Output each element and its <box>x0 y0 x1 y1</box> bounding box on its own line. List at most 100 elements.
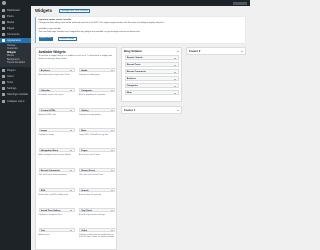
widget-description: Your site's most recent comments. <box>38 173 68 176</box>
widget-description: A list or dropdown of categories. <box>79 93 106 96</box>
sidebar-item-media[interactable]: Media <box>0 20 31 25</box>
expand-arrow-icon[interactable] <box>70 170 73 172</box>
widget-title: Categories <box>81 89 93 92</box>
expand-arrow-icon[interactable] <box>174 85 177 87</box>
sidebar-item-dashboard[interactable]: Dashboard <box>0 8 31 13</box>
widget-recent-comments[interactable]: Recent Comments <box>38 168 75 173</box>
wordpress-logo-icon[interactable] <box>2 1 6 5</box>
widget-description: Displays an image. <box>38 133 55 136</box>
submenu-theme-file-editor[interactable]: Theme File Editor <box>7 62 25 65</box>
expand-arrow-icon[interactable] <box>241 50 243 52</box>
dashboard-icon <box>2 9 5 12</box>
widget-text[interactable]: Text <box>38 228 75 233</box>
sidebar-widget-recent-posts[interactable]: Recent Posts <box>124 62 179 67</box>
expand-arrow-icon[interactable] <box>174 78 177 80</box>
widget-meta[interactable]: Meta <box>79 128 115 133</box>
widget-video[interactable]: Video <box>79 228 115 233</box>
widget-social-post-gallery[interactable]: Social Post Gallery <box>38 208 75 213</box>
expand-arrow-icon[interactable] <box>110 70 113 72</box>
widget-recent-posts[interactable]: Recent Posts <box>79 168 115 173</box>
expand-arrow-icon[interactable] <box>110 230 113 232</box>
expand-arrow-icon[interactable] <box>110 130 113 132</box>
widget-description: A cloud of your most used tags. <box>79 213 106 216</box>
widget-title: Navigation Menu <box>40 149 59 152</box>
sidebar-item-siteorigin-installer[interactable]: SiteOrigin Installer <box>0 92 31 97</box>
sidebar-item-settings[interactable]: Settings <box>0 86 31 91</box>
widget-title: Video <box>81 229 88 232</box>
expand-arrow-icon[interactable] <box>177 109 179 111</box>
widget-navigation-menu[interactable]: Navigation Menu <box>38 148 75 153</box>
widget-gallery[interactable]: Gallery <box>79 108 115 113</box>
widget-title: Recent Comments <box>40 169 60 172</box>
admin-bar <box>0 0 250 6</box>
widget-tag-cloud[interactable]: Tag Cloud <box>79 208 115 213</box>
expand-arrow-icon[interactable] <box>110 110 113 112</box>
sidebar-item-pages[interactable]: Pages <box>0 26 31 31</box>
widget-categories[interactable]: Categories <box>79 88 115 93</box>
available-widgets-panel: Available Widgets To activate a widget d… <box>35 47 117 250</box>
sidebar-widget-categories[interactable]: Categories <box>124 83 179 88</box>
widget-search[interactable]: Search <box>79 188 115 193</box>
appearance-submenu: Themes Customize Widgets Menus Backgroun… <box>0 43 31 67</box>
expand-arrow-icon[interactable] <box>70 150 73 152</box>
blog-sidebar-area[interactable]: Blog Sidebar Search: Search Recent Posts… <box>121 47 182 102</box>
submenu-background[interactable]: Background <box>7 59 19 62</box>
expand-arrow-icon[interactable] <box>70 110 73 112</box>
expand-arrow-icon[interactable] <box>174 57 177 59</box>
expand-arrow-icon[interactable] <box>110 150 113 152</box>
widget-title: Recent Posts <box>81 169 96 172</box>
widget-description: Arbitrary text. <box>38 233 50 236</box>
user-account-menu[interactable] <box>233 1 247 5</box>
sidebar-item-plugins[interactable]: Plugins <box>0 68 31 73</box>
footer-2-area[interactable]: Footer 2 <box>186 47 246 55</box>
expand-arrow-icon[interactable] <box>110 90 113 92</box>
submenu-widgets[interactable]: Widgets <box>7 52 16 55</box>
settings-icon <box>2 87 5 90</box>
expand-arrow-icon[interactable] <box>174 92 177 94</box>
submenu-themes[interactable]: Themes <box>7 45 15 48</box>
expand-arrow-icon[interactable] <box>174 71 177 73</box>
widget-description: A search form for your site. <box>79 193 102 196</box>
submenu-menus[interactable]: Menus <box>7 55 14 58</box>
sidebar-item-tools[interactable]: Tools <box>0 80 31 85</box>
widget-archives[interactable]: Archives <box>38 68 75 73</box>
widget-pages[interactable]: Pages <box>79 148 115 153</box>
pin-icon <box>2 15 5 18</box>
expand-arrow-icon[interactable] <box>70 210 73 212</box>
notice-text-1: Changes to data safety rules will be enf… <box>38 22 165 24</box>
widget-audio[interactable]: Audio <box>79 68 115 73</box>
expand-arrow-icon[interactable] <box>70 90 73 92</box>
sidebar-widget-search[interactable]: Search: Search <box>124 55 179 60</box>
update-now-button[interactable]: Update Now <box>38 37 53 41</box>
widget-title: Meta <box>81 129 87 132</box>
widget-custom-html[interactable]: Custom HTML <box>38 108 75 113</box>
expand-arrow-icon[interactable] <box>70 230 73 232</box>
footer-1-area[interactable]: Footer 1 <box>121 106 182 114</box>
expand-arrow-icon[interactable] <box>70 190 73 192</box>
widget-calendar[interactable]: Calendar <box>38 88 75 93</box>
manage-with-live-preview-button[interactable]: Manage with Live Preview <box>59 8 91 13</box>
submenu-customize[interactable]: Customize <box>7 48 18 51</box>
available-widgets-title: Available Widgets <box>38 50 66 54</box>
collapse-arrow-icon[interactable] <box>177 50 179 52</box>
widget-rss[interactable]: RSS <box>38 188 75 193</box>
expand-arrow-icon[interactable] <box>110 210 113 212</box>
widget-description: Login, RSS, & WordPress.org links. <box>79 133 109 136</box>
expand-arrow-icon[interactable] <box>70 130 73 132</box>
sidebar-item-users[interactable]: Users <box>0 74 31 79</box>
expand-arrow-icon[interactable] <box>174 64 177 66</box>
expand-arrow-icon[interactable] <box>110 170 113 172</box>
expand-arrow-icon[interactable] <box>70 70 73 72</box>
sidebar-collapse-menu[interactable]: Collapse menu <box>0 99 31 104</box>
sidebar-widget-recent-comments[interactable]: Recent Comments <box>124 69 179 74</box>
footer-2-title: Footer 2 <box>189 49 201 53</box>
expand-arrow-icon[interactable] <box>110 190 113 192</box>
widget-image[interactable]: Image <box>38 128 75 133</box>
sidebar-widget-archives[interactable]: Archives <box>124 76 179 81</box>
sidebar-widget-meta[interactable]: Meta <box>124 90 179 95</box>
users-icon <box>2 75 5 78</box>
review-theme-button[interactable]: Review Theme <box>58 37 77 41</box>
sidebar-item-posts[interactable]: Posts <box>0 14 31 19</box>
sidebar-item-comments[interactable]: Comments <box>0 32 31 37</box>
widget-description: A list of your site's Pages. <box>79 153 101 156</box>
